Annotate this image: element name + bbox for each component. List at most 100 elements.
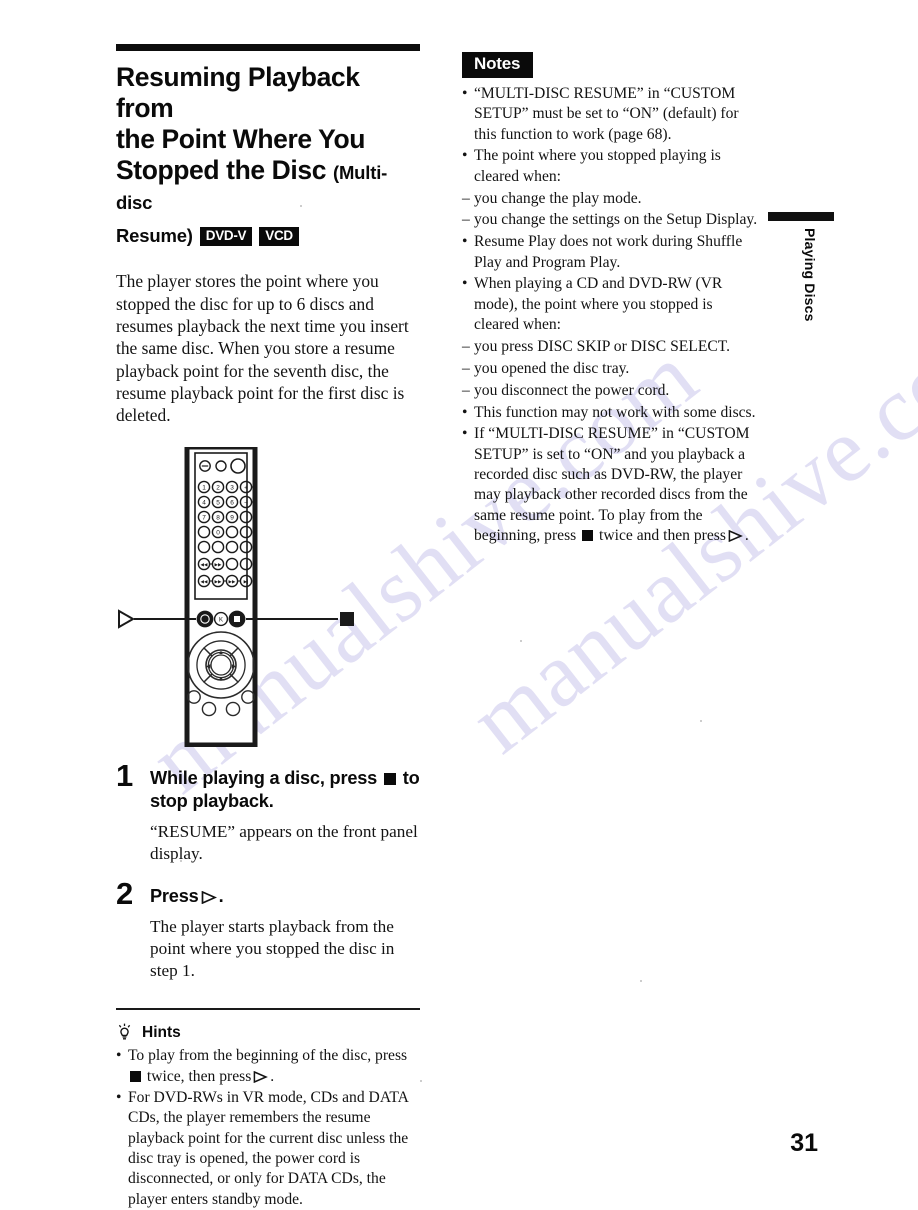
- remote-control-illustration: 123 456 789 0 + − ◀◀ ▶▶ ◀◀ ▶▶ ▶▶ ▶| K ▲ …: [116, 444, 420, 748]
- remote-control-svg: 123 456 789 0 + − ◀◀ ▶▶ ◀◀ ▶▶ ▶▶ ▶| K ▲▼…: [118, 444, 354, 748]
- note-text: you change the settings on the Setup Dis…: [474, 211, 758, 229]
- note-marker: –: [462, 359, 470, 377]
- left-column: Resuming Playback from the Point Where Y…: [116, 44, 420, 1210]
- note-item: • “MULTI-DISC RESUME” in “CUSTOM SETUP” …: [462, 84, 758, 145]
- svg-text:3: 3: [230, 484, 234, 491]
- callout-play-icon: [118, 608, 136, 629]
- svg-text:9: 9: [230, 514, 234, 521]
- hint-1-text-before: To play from the beginning of the disc, …: [128, 1047, 408, 1065]
- play-icon: [728, 529, 743, 543]
- hint-item-1: • To play from the beginning of the disc…: [116, 1046, 420, 1087]
- step-1-heading: While playing a disc, press to stop play…: [150, 767, 420, 814]
- intro-paragraph: The player stores the point where you st…: [116, 271, 409, 426]
- notes-list: • “MULTI-DISC RESUME” in “CUSTOM SETUP” …: [462, 84, 758, 547]
- note-item: • This function may not work with some d…: [462, 403, 758, 423]
- page-title-line-2: the Point Where You: [116, 123, 366, 154]
- step-2-heading-after: .: [218, 886, 224, 907]
- page-title: Resuming Playback from the Point Where Y…: [116, 62, 420, 249]
- note-item: – you disconnect the power cord.: [462, 381, 758, 401]
- note-text: When playing a CD and DVD-RW (VR mode), …: [474, 275, 723, 334]
- note-marker: •: [462, 425, 468, 443]
- note-marker: •: [462, 403, 468, 421]
- svg-text:K: K: [219, 617, 223, 623]
- svg-text:8: 8: [216, 514, 220, 521]
- svg-text:◀◀: ◀◀: [201, 562, 208, 567]
- step-2-heading-before: Press: [150, 886, 199, 907]
- svg-text:▲: ▲: [218, 650, 224, 656]
- note-item: • Resume Play does not work during Shuff…: [462, 232, 758, 273]
- note-text: you disconnect the power cord.: [474, 381, 670, 399]
- badge-dvd-v: DVD-V: [199, 227, 253, 246]
- step-2-body: The player starts playback from the poin…: [150, 916, 395, 980]
- note-item: – you press DISC SKIP or DISC SELECT.: [462, 337, 758, 357]
- hints-list: • To play from the beginning of the disc…: [116, 1046, 420, 1210]
- note-text: This function may not work with some dis…: [474, 403, 756, 421]
- play-icon: [253, 1070, 269, 1083]
- stop-icon: [130, 1070, 141, 1082]
- lightbulb-icon: [116, 1023, 133, 1042]
- note-item: • When playing a CD and DVD-RW (VR mode)…: [462, 274, 758, 335]
- note-marker: •: [462, 84, 468, 102]
- svg-text:▼: ▼: [218, 677, 224, 683]
- page-number: 31: [790, 1129, 818, 1157]
- note-marker: –: [462, 381, 470, 399]
- svg-text:6: 6: [230, 499, 234, 506]
- svg-text:2: 2: [216, 484, 220, 491]
- side-thumb-tab: Playing Discs: [768, 212, 834, 322]
- hint-1-text-middle: twice, then press: [146, 1067, 252, 1085]
- hint-2-text: For DVD-RWs in VR mode, CDs and DATA CDs…: [128, 1088, 409, 1208]
- note-marker: •: [462, 147, 468, 165]
- note-item-last: • If “MULTI-DISC RESUME” in “CUSTOM SETU…: [462, 424, 758, 546]
- svg-text:1: 1: [202, 484, 206, 491]
- stop-icon: [582, 530, 594, 542]
- note-text: you change the play mode.: [474, 189, 642, 207]
- hints-divider: [116, 1007, 420, 1011]
- note-item: – you change the play mode.: [462, 189, 758, 209]
- hint-bullet: •: [116, 1047, 122, 1065]
- note-text: you press DISC SKIP or DISC SELECT.: [474, 337, 731, 355]
- step-2-heading: Press.: [150, 885, 420, 909]
- note-item: – you opened the disc tray.: [462, 359, 758, 379]
- manual-page: Resuming Playback from the Point Where Y…: [0, 0, 918, 1208]
- note-marker: •: [462, 275, 468, 293]
- step-2-number: 2: [116, 876, 134, 912]
- page-title-line-4-small: Resume): [116, 225, 193, 247]
- note-marker: –: [462, 337, 470, 355]
- hint-1-text-after: .: [270, 1067, 275, 1085]
- note-item: • The point where you stopped playing is…: [462, 146, 758, 187]
- page-title-line-1: Resuming Playback from: [116, 62, 360, 123]
- svg-text:▶▶: ▶▶: [215, 562, 222, 567]
- badge-vcd: VCD: [259, 227, 299, 246]
- note-text: Resume Play does not work during Shuffle…: [474, 233, 743, 271]
- svg-text:5: 5: [216, 499, 220, 506]
- svg-text:▶▶: ▶▶: [215, 579, 222, 584]
- step-1: 1 While playing a disc, press to stop pl…: [116, 760, 420, 865]
- svg-text:0: 0: [216, 529, 220, 536]
- step-2: 2 Press. The player starts playback from…: [116, 878, 420, 982]
- step-1-heading-before: While playing a disc, press: [150, 767, 378, 788]
- note-text: you opened the disc tray.: [474, 359, 630, 377]
- stop-icon: [383, 772, 396, 785]
- hint-item-2: • For DVD-RWs in VR mode, CDs and DATA C…: [116, 1088, 420, 1210]
- page-title-line-3: Stopped the Disc: [116, 154, 327, 185]
- note-marker: –: [462, 211, 470, 229]
- side-tab-bar: [768, 212, 834, 221]
- note-marker: –: [462, 189, 470, 207]
- svg-text:7: 7: [202, 514, 206, 521]
- svg-text:▶: ▶: [232, 664, 237, 670]
- svg-text:▶|: ▶|: [244, 579, 249, 584]
- step-1-number: 1: [116, 757, 134, 793]
- right-column: Notes • “MULTI-DISC RESUME” in “CUSTOM S…: [462, 52, 758, 546]
- note-marker: •: [462, 233, 468, 251]
- disc-type-badges: DVD-V VCD: [193, 216, 299, 247]
- side-tab-label: Playing Discs: [802, 228, 818, 322]
- note-text: The point where you stopped playing is c…: [474, 147, 721, 185]
- play-icon: [201, 890, 217, 905]
- callout-stop-icon: [340, 611, 354, 626]
- hint-bullet: •: [116, 1088, 122, 1106]
- notes-tag: Notes: [462, 52, 534, 78]
- svg-text:▶▶: ▶▶: [229, 579, 236, 584]
- remote-play-button: [196, 610, 214, 628]
- svg-text:4: 4: [202, 499, 206, 506]
- svg-text:−: −: [244, 499, 248, 506]
